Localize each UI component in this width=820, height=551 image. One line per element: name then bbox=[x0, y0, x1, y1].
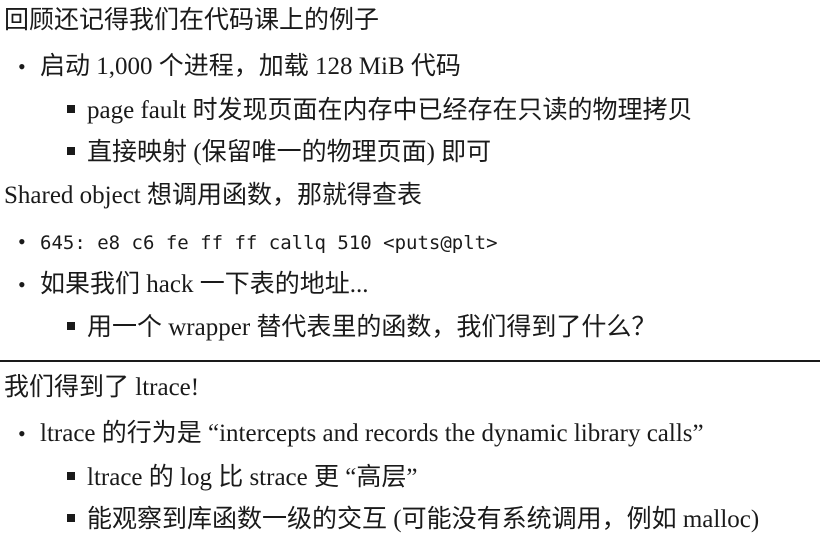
bullet-dot-icon: • bbox=[18, 54, 26, 79]
sub-bullet-text: 能观察到库函数一级的交互 (可能没有系统调用，例如 malloc) bbox=[87, 506, 760, 533]
bullet-text: 启动 1,000 个进程，加载 128 MiB 代码 bbox=[40, 53, 461, 80]
bullet-dot-icon: • bbox=[18, 421, 26, 446]
bullet-item-code-line: • 645: e8 c6 fe ff ff callq 510 <puts@pl… bbox=[18, 227, 498, 258]
section-divider bbox=[0, 360, 820, 362]
bullet-item-hack-table: • 如果我们 hack 一下表的地址... bbox=[18, 270, 369, 300]
section-heading-shared-object: Shared object 想调用函数，那就得查表 bbox=[4, 182, 423, 209]
sub-bullet-text: page fault 时发现页面在内存中已经存在只读的物理拷贝 bbox=[87, 97, 693, 124]
sub-bullet-ltrace-log: ltrace 的 log 比 strace 更 “高层” bbox=[67, 463, 418, 493]
sub-bullet-page-fault: page fault 时发现页面在内存中已经存在只读的物理拷贝 bbox=[67, 96, 693, 126]
sub-bullet-wrapper: 用一个 wrapper 替代表里的函数，我们得到了什么？ bbox=[67, 313, 657, 343]
bullet-text: 如果我们 hack 一下表的地址... bbox=[40, 271, 369, 298]
bullet-dot-icon: • bbox=[18, 272, 26, 297]
square-bullet-icon bbox=[67, 472, 75, 480]
bullet-item-load-processes: • 启动 1,000 个进程，加载 128 MiB 代码 bbox=[18, 52, 461, 82]
slide: 回顾还记得我们在代码课上的例子 • 启动 1,000 个进程，加载 128 Mi… bbox=[0, 0, 820, 551]
bullet-text: ltrace 的行为是 “intercepts and records the … bbox=[40, 420, 704, 447]
code-text: 645: e8 c6 fe ff ff callq 510 <puts@plt> bbox=[40, 232, 498, 254]
sub-bullet-text: 直接映射 (保留唯一的物理页面) 即可 bbox=[87, 139, 492, 166]
sub-bullet-direct-map: 直接映射 (保留唯一的物理页面) 即可 bbox=[67, 138, 492, 168]
square-bullet-icon bbox=[67, 322, 75, 330]
sub-bullet-library-interaction: 能观察到库函数一级的交互 (可能没有系统调用，例如 malloc) bbox=[67, 505, 760, 535]
bullet-dot-icon: • bbox=[18, 229, 26, 254]
bullet-item-ltrace-behavior: • ltrace 的行为是 “intercepts and records th… bbox=[18, 419, 704, 449]
sub-bullet-text: ltrace 的 log 比 strace 更 “高层” bbox=[87, 464, 418, 491]
square-bullet-icon bbox=[67, 514, 75, 522]
square-bullet-icon bbox=[67, 105, 75, 113]
section-heading-example: 回顾还记得我们在代码课上的例子 bbox=[4, 7, 380, 34]
section-heading-ltrace: 我们得到了 ltrace! bbox=[4, 374, 200, 401]
square-bullet-icon bbox=[67, 147, 75, 155]
sub-bullet-text: 用一个 wrapper 替代表里的函数，我们得到了什么？ bbox=[87, 314, 657, 341]
